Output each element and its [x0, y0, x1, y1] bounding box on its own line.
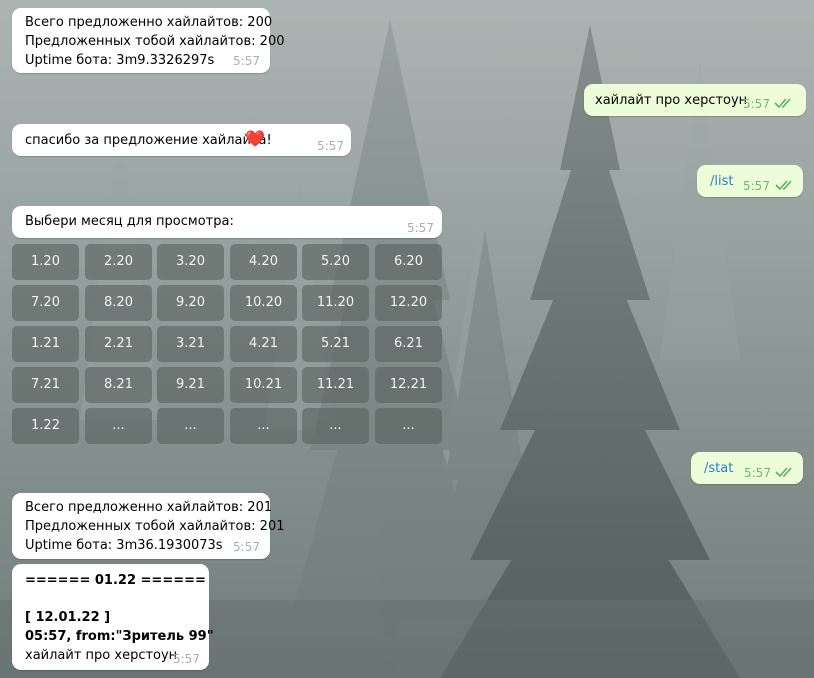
stats-total-line: Всего предложенно хайлайтов: 200 — [25, 15, 273, 30]
keyboard-button[interactable]: 6.21 — [375, 326, 442, 362]
keyboard-button[interactable]: 11.21 — [302, 367, 369, 403]
stats-uptime-line: Uptime бота: 3m36.1930073s — [25, 538, 223, 553]
keyboard-button[interactable]: 11.20 — [302, 285, 369, 321]
keyboard-button[interactable]: 4.21 — [230, 326, 297, 362]
entry-date: [ 12.01.22 ] — [25, 610, 111, 625]
keyboard-button[interactable]: 1.21 — [12, 326, 79, 362]
keyboard-button[interactable]: ... — [157, 408, 224, 444]
keyboard-button[interactable]: 2.21 — [85, 326, 152, 362]
entry-meta: 05:57, from:"Зритель 99" — [25, 629, 214, 644]
keyboard-button[interactable]: 9.20 — [157, 285, 224, 321]
list-command-link[interactable]: /list — [710, 172, 733, 191]
stats-uptime-line: Uptime бота: 3m9.3326297s — [25, 53, 215, 68]
keyboard-button[interactable]: ... — [230, 408, 297, 444]
keyboard-button[interactable]: 5.21 — [302, 326, 369, 362]
heart-icon: ❤️ — [245, 129, 265, 148]
message-time: 5:57 — [743, 97, 770, 111]
keyboard-button[interactable]: 12.20 — [375, 285, 442, 321]
message-bot-stats-1: Всего предложенно хайлайтов: 200 Предлож… — [12, 8, 285, 73]
double-check-icon — [775, 180, 792, 191]
entry-text: хайлайт про херстоун — [25, 648, 178, 663]
keyboard-button[interactable]: 3.21 — [157, 326, 224, 362]
keyboard-button[interactable]: 12.21 — [375, 367, 442, 403]
keyboard-button[interactable]: 3.20 — [157, 244, 224, 280]
message-bot-stats-2: Всего предложенно хайлайтов: 201 Предлож… — [12, 493, 285, 559]
message-user-highlight: хайлайт про херстоун 5:57 — [584, 84, 806, 116]
keyboard-button[interactable]: 10.20 — [230, 285, 297, 321]
message-user-stat-command: /stat 5:57 — [691, 452, 803, 484]
message-time: 5:57 — [743, 179, 770, 193]
keyboard-button[interactable]: 8.20 — [85, 285, 152, 321]
keyboard-button[interactable]: 9.21 — [157, 367, 224, 403]
keyboard-button[interactable]: 2.20 — [85, 244, 152, 280]
keyboard-button[interactable]: 1.20 — [12, 244, 79, 280]
message-user-list-command: /list 5:57 — [697, 165, 803, 197]
message-text: спасибо за предложение хайлайта! — [25, 133, 272, 148]
keyboard-button[interactable]: 10.21 — [230, 367, 297, 403]
message-bot-list-result: ====== 01.22 ====== [ 12.01.22 ] 05:57, … — [12, 564, 214, 670]
keyboard-button[interactable]: 8.21 — [85, 367, 152, 403]
keyboard-button[interactable]: ... — [85, 408, 152, 444]
keyboard-button[interactable]: 5.20 — [302, 244, 369, 280]
message-time: 5:57 — [317, 139, 344, 153]
keyboard-button[interactable]: 7.21 — [12, 367, 79, 403]
message-bot-choose-month: Выбери месяц для просмотра: 5:57 — [12, 206, 442, 238]
message-time: 5:57 — [233, 540, 260, 554]
stats-user-line: Предложенных тобой хайлайтов: 201 — [25, 519, 285, 534]
message-text: хайлайт про херстоун — [595, 93, 748, 108]
keyboard-button[interactable]: 7.20 — [12, 285, 79, 321]
stat-command-link[interactable]: /stat — [704, 459, 733, 478]
message-time: 5:57 — [233, 54, 260, 68]
message-bot-thanks: спасибо за предложение хайлайта! ❤️ 5:57 — [12, 124, 351, 156]
message-time: 5:57 — [407, 221, 434, 235]
stats-total-line: Всего предложенно хайлайтов: 201 — [25, 500, 273, 515]
message-time: 5:57 — [744, 466, 771, 480]
keyboard-button[interactable]: ... — [375, 408, 442, 444]
message-text: Выбери месяц для просмотра: — [25, 214, 234, 229]
message-time: 5:57 — [173, 652, 200, 666]
double-check-icon — [775, 467, 792, 478]
month-header: ====== 01.22 ====== — [25, 573, 206, 588]
stats-user-line: Предложенных тобой хайлайтов: 200 — [25, 34, 285, 49]
keyboard-button[interactable]: 4.20 — [230, 244, 297, 280]
double-check-icon — [774, 98, 791, 109]
keyboard-button[interactable]: 1.22 — [12, 408, 79, 444]
keyboard-button[interactable]: 6.20 — [375, 244, 442, 280]
keyboard-button[interactable]: ... — [302, 408, 369, 444]
